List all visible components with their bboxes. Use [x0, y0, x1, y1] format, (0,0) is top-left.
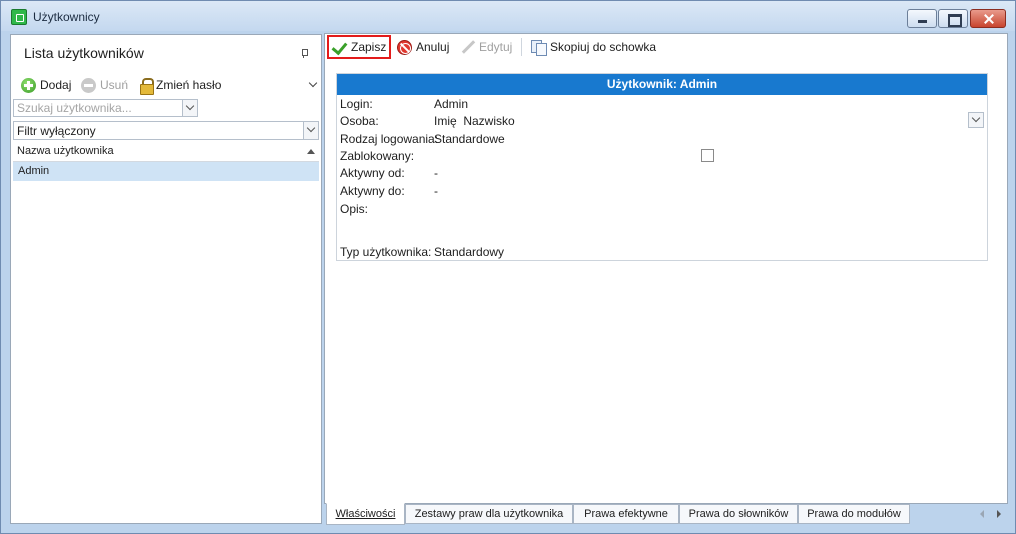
checkmark-icon: [333, 42, 347, 52]
person-dropdown-button[interactable]: [968, 112, 984, 128]
search-user-combo[interactable]: [13, 99, 198, 117]
user-list-panel: Lista użytkowników Dodaj Usuń Zmień hasł…: [10, 34, 322, 524]
active-to-label: Aktywny do:: [340, 184, 405, 198]
panel-title: Lista użytkowników: [24, 45, 144, 61]
tab-scroll-left-icon[interactable]: [980, 510, 984, 518]
search-input[interactable]: [14, 100, 180, 116]
filter-dropdown-button[interactable]: [303, 122, 318, 139]
user-details-panel: Zapisz Anuluj Edytuj Skopiuj do schowka …: [324, 33, 1008, 504]
description-label: Opis:: [340, 202, 369, 216]
blocked-checkbox[interactable]: [701, 149, 714, 162]
tab-module-permissions[interactable]: Prawa do modułów: [798, 504, 910, 524]
tab-dictionary-permissions-label: Prawa do słowników: [688, 508, 789, 520]
user-properties-box: Użytkownik: Admin Login: Admin Osoba: Im…: [336, 73, 988, 261]
search-dropdown-button[interactable]: [182, 100, 197, 116]
login-value: Admin: [434, 97, 469, 111]
copy-to-clipboard-button[interactable]: Skopiuj do schowka: [527, 35, 656, 59]
filter-value: Filtr wyłączony: [17, 124, 96, 138]
user-type-value: Standardowy: [434, 245, 505, 259]
cancel-button[interactable]: Anuluj: [393, 35, 449, 59]
tab-module-permissions-label: Prawa do modułów: [807, 508, 901, 520]
app-window: Użytkownicy Lista użytkowników Dodaj Usu…: [0, 0, 1016, 534]
title-bar: Użytkownicy: [1, 1, 1015, 31]
column-header-label: Nazwa użytkownika: [17, 145, 114, 157]
add-user-label: Dodaj: [40, 78, 72, 92]
active-from-value: -: [434, 166, 438, 180]
toolbar-separator: [521, 38, 522, 56]
lock-icon: [140, 77, 154, 95]
filter-combo[interactable]: Filtr wyłączony: [13, 121, 319, 140]
change-password-label: Zmień hasło: [156, 78, 222, 92]
copy-icon: [531, 40, 547, 56]
app-icon: [11, 9, 27, 25]
person-value[interactable]: Imię Nazwisko: [434, 114, 515, 128]
active-to-value: -: [434, 184, 438, 198]
cancel-icon: [397, 39, 412, 55]
table-cell-username: Admin: [18, 165, 50, 177]
details-header: Użytkownik: Admin: [337, 74, 987, 95]
user-list-toolbar: Dodaj Usuń Zmień hasło: [11, 75, 321, 95]
tab-strip: Właściwości Zestawy praw dla użytkownika…: [324, 503, 1008, 525]
tab-user-permission-sets[interactable]: Zestawy praw dla użytkownika: [405, 504, 573, 524]
chevron-down-icon[interactable]: [308, 78, 318, 88]
cancel-label: Anuluj: [416, 40, 450, 54]
person-label: Osoba:: [340, 114, 379, 128]
tab-properties[interactable]: Właściwości: [326, 503, 405, 525]
tab-properties-label: Właściwości: [335, 508, 396, 520]
pin-icon[interactable]: [301, 49, 308, 58]
active-from-label: Aktywny od:: [340, 166, 405, 180]
pencil-icon: [461, 40, 475, 54]
remove-icon: [81, 77, 96, 93]
save-button[interactable]: Zapisz: [327, 35, 391, 59]
login-type-label: Rodzaj logowania:: [340, 132, 439, 146]
save-label: Zapisz: [351, 40, 387, 54]
tab-effective-permissions-label: Prawa efektywne: [584, 508, 668, 520]
user-type-label: Typ użytkownika:: [340, 245, 432, 259]
blocked-label: Zablokowany:: [340, 149, 415, 163]
copy-label: Skopiuj do schowka: [550, 40, 657, 54]
close-button[interactable]: [970, 9, 1006, 28]
minimize-button[interactable]: [907, 9, 937, 28]
add-icon: [21, 77, 36, 93]
login-type-value: Standardowe: [434, 132, 505, 146]
details-toolbar: Zapisz Anuluj Edytuj Skopiuj do schowka: [325, 34, 1007, 62]
grid-column-header[interactable]: Nazwa użytkownika: [13, 142, 319, 162]
sort-ascending-icon: [307, 149, 315, 154]
edit-button[interactable]: Edytuj: [457, 35, 512, 59]
tab-effective-permissions[interactable]: Prawa efektywne: [573, 504, 679, 524]
remove-user-label: Usuń: [100, 78, 129, 92]
tab-user-permission-sets-label: Zestawy praw dla użytkownika: [414, 508, 564, 520]
window-title: Użytkownicy: [33, 10, 100, 24]
edit-label: Edytuj: [479, 40, 513, 54]
change-password-button[interactable]: Zmień hasło: [140, 75, 221, 95]
table-row[interactable]: Admin: [13, 162, 319, 181]
add-user-button[interactable]: Dodaj: [21, 75, 71, 95]
maximize-button[interactable]: [938, 9, 968, 28]
tab-scroll-right-icon[interactable]: [997, 510, 1001, 518]
remove-user-button[interactable]: Usuń: [81, 75, 128, 95]
login-label: Login:: [340, 97, 373, 111]
tab-dictionary-permissions[interactable]: Prawa do słowników: [679, 504, 798, 524]
